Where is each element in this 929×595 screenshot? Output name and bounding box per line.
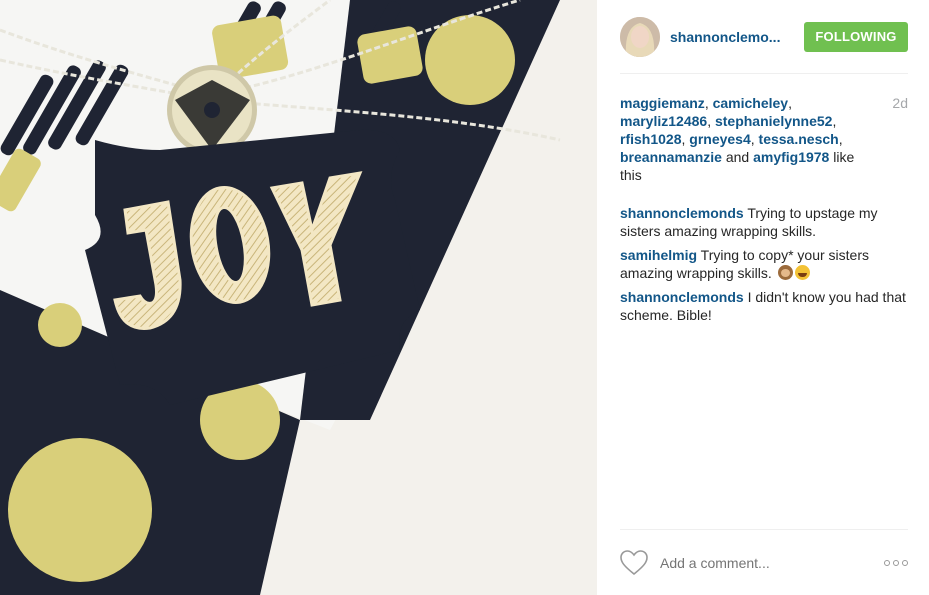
post-photo[interactable] bbox=[0, 0, 597, 595]
gift-wrap-image bbox=[0, 0, 597, 595]
avatar[interactable] bbox=[620, 16, 660, 57]
like-user[interactable]: amyfig1978 bbox=[753, 149, 829, 165]
likes-list: maggiemanz, camicheley, maryliz12486, st… bbox=[620, 95, 855, 183]
post-footer bbox=[620, 529, 908, 595]
post-username[interactable]: shannonclemo... bbox=[670, 29, 786, 45]
like-user[interactable]: grneyes4 bbox=[689, 131, 750, 147]
post-sidebar: shannonclemo... FOLLOWING 2d maggiemanz,… bbox=[597, 0, 929, 595]
like-user[interactable]: camicheley bbox=[713, 95, 789, 111]
like-user[interactable]: breannamanzie bbox=[620, 149, 722, 165]
post-header: shannonclemo... FOLLOWING bbox=[620, 14, 908, 74]
like-user[interactable]: maryliz12486 bbox=[620, 113, 707, 129]
comment-username[interactable]: shannonclemonds bbox=[620, 205, 744, 221]
comment-username[interactable]: samihelmig bbox=[620, 247, 697, 263]
heart-icon[interactable] bbox=[620, 549, 648, 576]
add-comment-input[interactable] bbox=[660, 554, 860, 571]
comment-username[interactable]: shannonclemonds bbox=[620, 289, 744, 305]
comment: shannonclemonds Trying to upstage my sis… bbox=[620, 204, 908, 240]
comment: samihelmig Trying to copy* your sisters … bbox=[620, 246, 908, 282]
post-time: 2d bbox=[892, 95, 908, 111]
laughing-emoji-icon bbox=[794, 265, 810, 280]
monkey-emoji-icon bbox=[777, 265, 793, 280]
like-user[interactable]: tessa.nesch bbox=[759, 131, 839, 147]
like-user[interactable]: stephanielynne52 bbox=[715, 113, 833, 129]
comment: shannonclemonds I didn't know you had th… bbox=[620, 288, 908, 324]
following-button[interactable]: FOLLOWING bbox=[804, 21, 908, 52]
more-options-icon[interactable] bbox=[884, 559, 908, 566]
comments-list: shannonclemonds Trying to upstage my sis… bbox=[620, 204, 908, 330]
likes-section: 2d maggiemanz, camicheley, maryliz12486,… bbox=[620, 94, 908, 184]
like-user[interactable]: rfish1028 bbox=[620, 131, 681, 147]
like-user[interactable]: maggiemanz bbox=[620, 95, 705, 111]
